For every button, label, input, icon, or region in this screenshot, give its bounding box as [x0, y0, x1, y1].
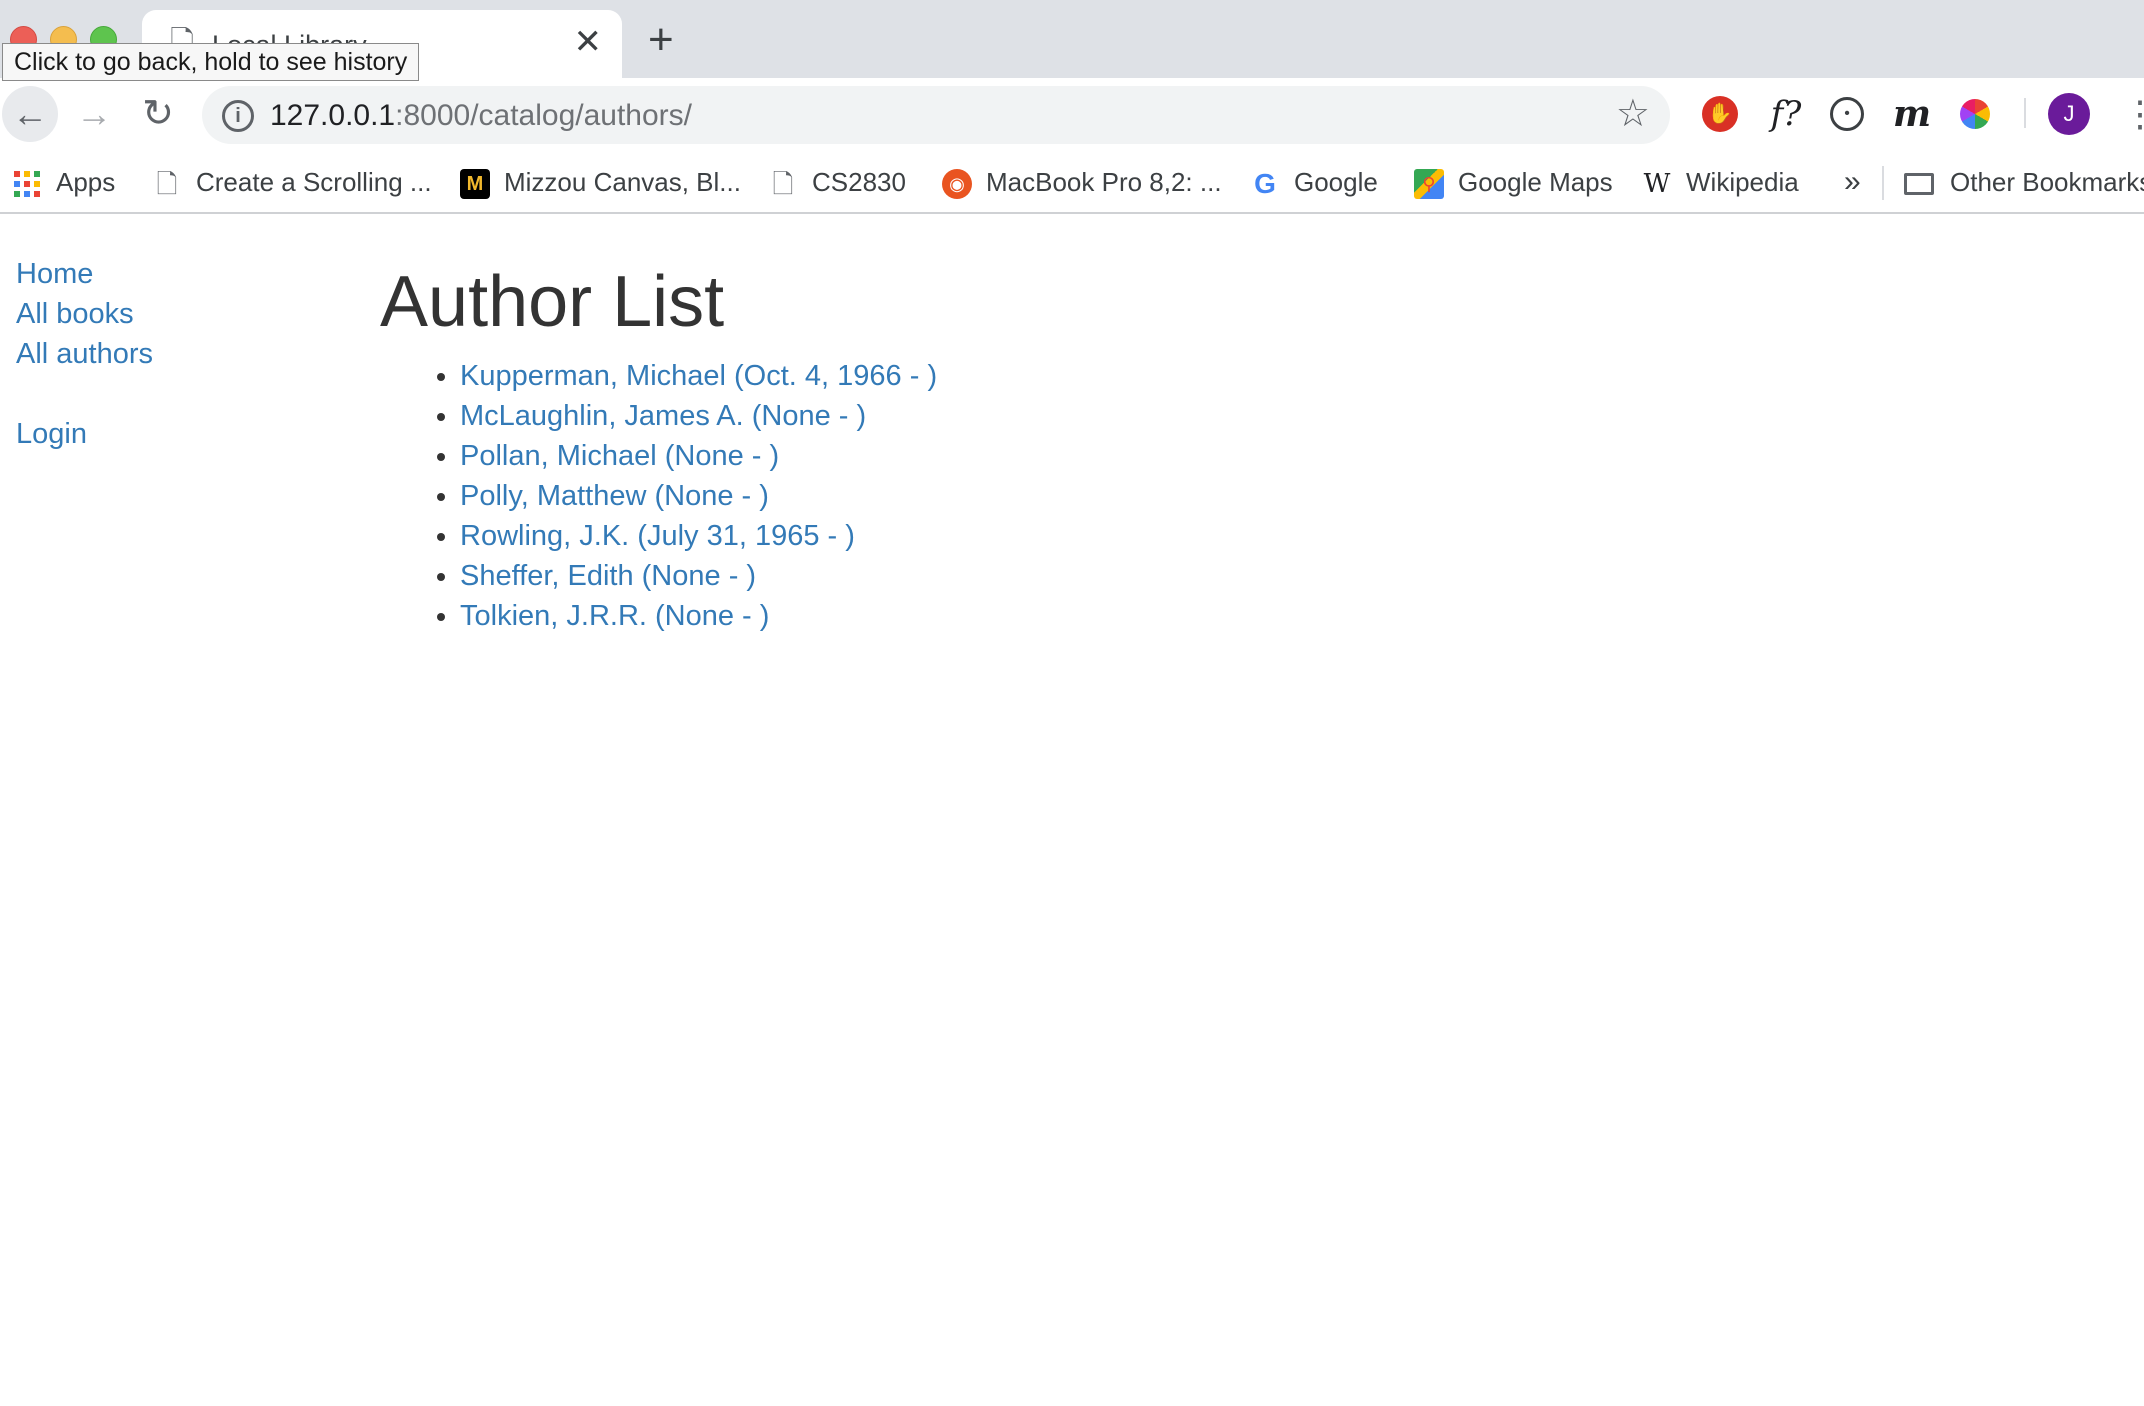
page-title: Author List: [380, 262, 725, 342]
bookmark-cs2830[interactable]: 🗋 CS2830: [768, 162, 906, 202]
color-wheel-extension-icon[interactable]: [1960, 99, 1990, 129]
bookmark-label: Wikipedia: [1686, 167, 1799, 197]
browser-toolbar: ← → ↻ i 127.0.0.1:8000/catalog/authors/ …: [0, 78, 2144, 152]
login-link[interactable]: Login: [16, 414, 316, 454]
sidebar-nav: Home All books All authors Login: [16, 254, 316, 454]
author-link[interactable]: Tolkien, J.R.R. (None - ): [460, 600, 769, 632]
bookmark-label: Mizzou Canvas, Bl...: [504, 167, 741, 197]
bookmark-star-icon[interactable]: ☆: [1616, 94, 1650, 134]
info-icon[interactable]: i: [222, 100, 254, 132]
page-icon: 🗋: [772, 169, 794, 200]
bookmarks-divider: [1882, 166, 1884, 200]
apps-grid-icon: [14, 171, 40, 198]
bookmark-label: CS2830: [812, 167, 906, 197]
url-host: 127.0.0.1: [270, 99, 396, 132]
folder-icon: [1904, 173, 1934, 196]
bookmark-google-maps[interactable]: ⚲ Google Maps: [1414, 162, 1613, 202]
arrow-left-icon: ←: [12, 93, 48, 134]
adblock-extension-icon[interactable]: ✋: [1702, 96, 1738, 132]
author-link[interactable]: Rowling, J.K. (July 31, 1965 - ): [460, 520, 855, 552]
list-item: Pollan, Michael (None - ): [460, 436, 937, 476]
reload-icon: ↻: [142, 93, 174, 135]
target-extension-icon[interactable]: •: [1830, 97, 1864, 131]
mizzou-icon: M: [460, 169, 490, 200]
google-icon: G: [1254, 168, 1276, 200]
author-link[interactable]: Kupperman, Michael (Oct. 4, 1966 - ): [460, 360, 937, 392]
page-icon: 🗋: [156, 169, 178, 200]
bookmark-label: MacBook Pro 8,2: ...: [986, 167, 1222, 197]
back-button-tooltip: Click to go back, hold to see history: [2, 43, 420, 81]
wikipedia-icon: W: [1643, 169, 1671, 200]
list-item: Polly, Matthew (None - ): [460, 476, 937, 516]
m-extension-icon[interactable]: m: [1890, 92, 1934, 136]
bookmark-label: Google Maps: [1458, 167, 1613, 197]
bookmark-label: Create a Scrolling ...: [196, 167, 432, 197]
profile-avatar[interactable]: J: [2048, 93, 2090, 135]
page-content: Home All books All authors Login Author …: [0, 214, 2144, 1406]
url-path: :8000/catalog/authors/: [395, 99, 693, 132]
bookmark-mizzou-canvas[interactable]: M Mizzou Canvas, Bl...: [460, 162, 741, 202]
address-bar[interactable]: i 127.0.0.1:8000/catalog/authors/ ☆: [202, 86, 1670, 144]
new-tab-button[interactable]: +: [648, 18, 674, 62]
list-item: Rowling, J.K. (July 31, 1965 - ): [460, 516, 937, 556]
google-maps-icon: ⚲: [1414, 169, 1444, 200]
list-item: Kupperman, Michael (Oct. 4, 1966 - ): [460, 356, 937, 396]
reload-button[interactable]: ↻: [130, 86, 186, 142]
bookmark-apps[interactable]: Apps: [14, 162, 115, 202]
forward-button[interactable]: →: [66, 86, 122, 142]
bookmark-label: Other Bookmarks: [1950, 167, 2144, 197]
menu-kebab-icon[interactable]: ⋮: [2122, 92, 2144, 136]
author-link[interactable]: Pollan, Michael (None - ): [460, 440, 779, 472]
main-content: Author List Kupperman, Michael (Oct. 4, …: [380, 254, 937, 636]
author-link[interactable]: McLaughlin, James A. (None - ): [460, 400, 866, 432]
tab-close-icon[interactable]: ✕: [574, 24, 603, 60]
list-item: McLaughlin, James A. (None - ): [460, 396, 937, 436]
bookmark-label: Apps: [56, 167, 116, 197]
bookmark-label: Google: [1294, 167, 1378, 197]
ubuntu-icon: ◉: [942, 169, 972, 200]
more-bookmarks-chevron-icon[interactable]: »: [1844, 162, 1861, 202]
sidebar-link-home[interactable]: Home: [16, 254, 316, 294]
bookmarks-bar: Apps 🗋 Create a Scrolling ... M Mizzou Can…: [0, 152, 2144, 214]
url-text[interactable]: 127.0.0.1:8000/catalog/authors/: [270, 99, 692, 133]
bookmark-wikipedia[interactable]: W Wikipedia: [1642, 162, 1799, 202]
author-list: Kupperman, Michael (Oct. 4, 1966 - ) McL…: [380, 356, 937, 636]
author-link[interactable]: Polly, Matthew (None - ): [460, 480, 769, 512]
bookmark-other-bookmarks[interactable]: Other Bookmarks: [1904, 162, 2144, 202]
back-button[interactable]: ←: [2, 86, 58, 142]
whatfont-extension-icon[interactable]: f?: [1764, 92, 1808, 136]
sidebar-link-all-books[interactable]: All books: [16, 294, 316, 334]
list-item: Tolkien, J.R.R. (None - ): [460, 596, 937, 636]
list-item: Sheffer, Edith (None - ): [460, 556, 937, 596]
sidebar-link-all-authors[interactable]: All authors: [16, 334, 316, 374]
bookmark-google[interactable]: G Google: [1250, 162, 1378, 202]
author-link[interactable]: Sheffer, Edith (None - ): [460, 560, 756, 592]
toolbar-divider: [2024, 98, 2026, 128]
bookmark-macbook-pro[interactable]: ◉ MacBook Pro 8,2: ...: [942, 162, 1222, 202]
bookmark-create-scrolling[interactable]: 🗋 Create a Scrolling ...: [152, 162, 432, 202]
arrow-right-icon: →: [76, 93, 112, 134]
